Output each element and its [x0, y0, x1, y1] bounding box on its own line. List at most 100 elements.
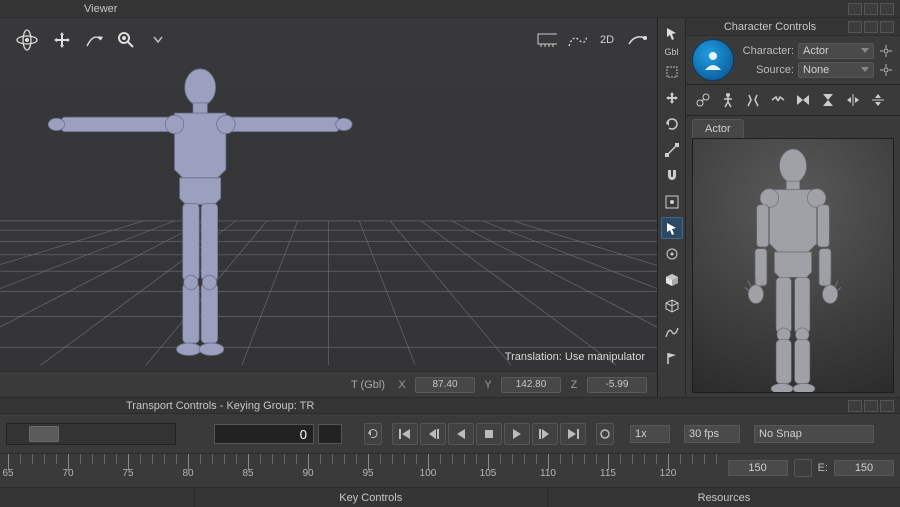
ik-effector-icon[interactable]: [661, 243, 683, 265]
deselect-icon[interactable]: [661, 61, 683, 83]
goto-start-icon[interactable]: [392, 423, 418, 445]
ruler-label: 85: [242, 468, 253, 479]
play-icon[interactable]: [504, 423, 530, 445]
ruler-label: 105: [480, 468, 497, 479]
character-panel-title-bar: Character Controls: [686, 18, 900, 36]
step-forward-icon[interactable]: [532, 423, 558, 445]
panel-minimize-icon[interactable]: [848, 400, 862, 412]
transport-panel: Transport Controls - Keying Group: TR 0: [0, 397, 900, 453]
tab-actor[interactable]: Actor: [692, 119, 744, 138]
ruler-label: 110: [540, 468, 556, 479]
timeline-end-label: E:: [818, 462, 828, 474]
side-gbl-label: Gbl: [664, 48, 678, 57]
fps-dropdown[interactable]: 30 fps: [684, 425, 740, 443]
shaded-cube-icon[interactable]: [661, 269, 683, 291]
rotate-tool-icon[interactable]: [661, 113, 683, 135]
frame-step-icon[interactable]: [318, 424, 342, 444]
snap-dropdown[interactable]: No Snap: [754, 425, 874, 443]
ruler-label: 80: [182, 468, 193, 479]
ruler-label: 70: [62, 468, 73, 479]
minimize-icon[interactable]: [848, 3, 862, 15]
character-logo-icon[interactable]: [692, 39, 734, 81]
stop-icon[interactable]: [476, 423, 502, 445]
ik-legs-icon[interactable]: [742, 89, 764, 111]
gear-icon[interactable]: [878, 43, 894, 59]
character-preview[interactable]: [692, 138, 894, 393]
panel-maximize-icon[interactable]: [864, 400, 878, 412]
scale-tool-icon[interactable]: [661, 139, 683, 161]
character-tabs: Actor: [686, 116, 900, 138]
viewer-status-text: Translation: Use manipulator: [505, 351, 645, 363]
goto-end-icon[interactable]: [560, 423, 586, 445]
chevron-down-icon: [861, 48, 869, 53]
viewer-title-label: Viewer: [6, 3, 848, 15]
panel-close-icon[interactable]: [880, 21, 894, 33]
character-header: Character: Actor Source: None: [686, 36, 900, 85]
character-controls-panel: Character Controls Character: Actor: [686, 18, 900, 397]
cursor-select-icon[interactable]: [661, 217, 683, 239]
viewer-readout-bar: T (Gbl) X 87.40 Y 142.80 Z -5.99: [0, 371, 657, 397]
panel-minimize-icon[interactable]: [848, 21, 862, 33]
view-mode-label: 2D: [600, 34, 614, 46]
character-panel-title: Character Controls: [692, 21, 848, 33]
mirror-ud-icon[interactable]: [867, 89, 889, 111]
select-cursor-icon[interactable]: [661, 22, 683, 44]
step-back-icon[interactable]: [420, 423, 446, 445]
ruler-label: 95: [362, 468, 373, 479]
timeline-end-field[interactable]: 150: [834, 460, 894, 476]
timeline-panel: 65707580859095100105110115120 150 E: 150: [0, 453, 900, 487]
space-label: T (Gbl): [351, 379, 385, 391]
lock-icon[interactable]: [794, 459, 812, 477]
viewport-canvas[interactable]: [0, 46, 657, 365]
coord-x-field[interactable]: 87.40: [415, 377, 475, 393]
bowtie-v-icon[interactable]: [817, 89, 839, 111]
skeleton-icon[interactable]: [717, 89, 739, 111]
coord-z-field[interactable]: -5.99: [587, 377, 647, 393]
close-icon[interactable]: [880, 3, 894, 15]
panel-maximize-icon[interactable]: [864, 21, 878, 33]
ruler-label: 75: [122, 468, 133, 479]
axis-x-label: X: [395, 379, 409, 391]
axis-y-label: Y: [481, 379, 495, 391]
key-controls-tab[interactable]: Key Controls: [195, 488, 548, 507]
record-icon[interactable]: [596, 423, 614, 445]
wire-cube-icon[interactable]: [661, 295, 683, 317]
chevron-down-icon: [861, 67, 869, 72]
bowtie-h-icon[interactable]: [792, 89, 814, 111]
loop-icon[interactable]: [364, 423, 382, 445]
ik-arms-icon[interactable]: [767, 89, 789, 111]
character-dropdown[interactable]: Actor: [798, 43, 874, 59]
transport-title: Transport Controls - Keying Group: TR: [6, 400, 848, 412]
coord-y-field[interactable]: 142.80: [501, 377, 561, 393]
move-tool-icon[interactable]: [661, 87, 683, 109]
side-toolbar: Gbl: [658, 18, 686, 397]
source-dropdown[interactable]: None: [798, 62, 874, 78]
timeline-range-field[interactable]: 150: [728, 460, 788, 476]
scrub-knob[interactable]: [29, 426, 59, 442]
source-dropdown-value: None: [803, 64, 829, 76]
scrub-track[interactable]: [6, 423, 176, 445]
spline-icon[interactable]: [661, 321, 683, 343]
mirror-lr-icon[interactable]: [842, 89, 864, 111]
character-dropdown-value: Actor: [803, 45, 829, 57]
panel-close-icon[interactable]: [880, 400, 894, 412]
bottom-strip: Key Controls Resources: [0, 487, 900, 507]
constraint-icon[interactable]: [692, 89, 714, 111]
gear-icon[interactable]: [878, 62, 894, 78]
frame-all-icon[interactable]: [661, 191, 683, 213]
magnet-icon[interactable]: [661, 165, 683, 187]
ruler-label: 65: [2, 468, 13, 479]
playback-rate-dropdown[interactable]: 1x: [630, 425, 670, 443]
play-reverse-icon[interactable]: [448, 423, 474, 445]
resources-tab[interactable]: Resources: [548, 488, 900, 507]
ruler-label: 100: [420, 468, 437, 479]
axis-z-label: Z: [567, 379, 581, 391]
flag-icon[interactable]: [661, 347, 683, 369]
playback-buttons: [364, 423, 614, 445]
maximize-icon[interactable]: [864, 3, 878, 15]
viewer-viewport[interactable]: 2D: [0, 18, 658, 397]
ruler-label: 115: [600, 468, 616, 479]
current-frame-field[interactable]: 0: [214, 424, 314, 444]
viewer-panel-title: Viewer: [0, 0, 900, 18]
character-label: Character:: [740, 45, 794, 57]
